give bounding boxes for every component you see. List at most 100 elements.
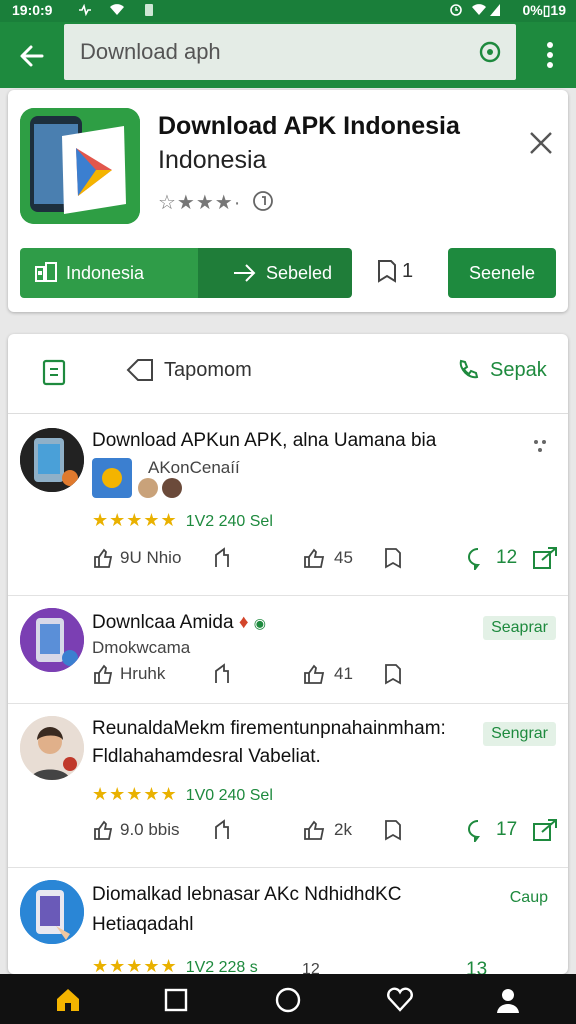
react-button[interactable]: 12 (302, 956, 320, 974)
verified-icon: ◉ (253, 615, 267, 631)
share-button[interactable] (210, 660, 232, 688)
comment-button[interactable]: 17 (466, 816, 517, 844)
thumb-up-icon (94, 664, 113, 684)
status-time: 19:0:9 (12, 2, 53, 18)
list-item[interactable]: Downlcaa Amida ♦ ◉ Seaprar Dmokwcama Hru… (8, 596, 568, 704)
bookmark-post-button[interactable] (382, 544, 404, 572)
post-title[interactable]: Diomalkad lebnasar AKc NdhidhdKC (92, 884, 401, 906)
search-status-icon[interactable] (478, 40, 502, 64)
bookmark-icon (385, 664, 401, 685)
post-title[interactable]: ReunaldaMekm firementunpnahainmham: (92, 718, 446, 740)
search-input[interactable] (80, 36, 460, 68)
sim-icon (145, 4, 153, 16)
like-label: 9.0 bbis (120, 820, 180, 839)
app-bar (0, 22, 576, 88)
share-button[interactable] (210, 816, 232, 844)
avatar (20, 428, 84, 492)
back-button[interactable] (14, 38, 50, 74)
share-icon (215, 547, 229, 567)
phone-avatar-icon (20, 880, 84, 944)
grid-bars-icon (35, 262, 57, 282)
bookmark-post-button[interactable] (382, 816, 404, 844)
post-title-text: Downlcaa Amida (92, 612, 234, 633)
comment-button[interactable]: 13 (466, 956, 487, 974)
home-icon[interactable] (54, 986, 82, 1014)
bookmark-button[interactable]: 1 (376, 258, 413, 284)
share-button[interactable] (210, 544, 232, 572)
post-title[interactable]: Downlcaa Amida ♦ ◉ (92, 612, 266, 634)
activity-icon (79, 4, 91, 16)
react-count: 45 (334, 548, 353, 567)
send-icon (533, 819, 557, 841)
post-meta: 1V2 228 s (185, 959, 258, 974)
thumb-up-icon (94, 820, 113, 840)
post-stars: ★★★★★ 1V0 240 Sel (92, 784, 273, 805)
react-count: 12 (302, 961, 320, 974)
install-right-label: Sebeled (266, 262, 333, 283)
post-title[interactable]: Download APKun APK, alna Uamana bia (92, 430, 436, 452)
bottom-nav (0, 974, 576, 1024)
share-icon (215, 663, 229, 683)
install-button-right[interactable]: Sebeled (198, 248, 352, 298)
like-button[interactable]: Hruhk (92, 660, 165, 688)
list-item[interactable]: Diomalkad lebnasar AKc NdhidhdKC Caup He… (8, 868, 568, 974)
app-card: Download APK Indonesia Indonesia ☆★★★· I… (8, 90, 568, 312)
post-subtitle: Dmokwcama (92, 638, 191, 657)
status-badge[interactable]: Sengrar (483, 722, 556, 746)
feed-card: Tapomom Sepak Download APKun APK, alna U… (8, 334, 568, 974)
react-button[interactable]: 45 (302, 544, 353, 572)
post-stars: ★★★★★ 1V2 228 s (92, 956, 258, 974)
comment-button[interactable]: 12 (466, 544, 517, 572)
post-actions: 9.0 bbis 2k 17 (92, 816, 562, 844)
tab-clipboard[interactable] (42, 358, 66, 386)
alarm-icon (450, 4, 462, 16)
app-subtitle: Indonesia (158, 146, 267, 174)
like-button[interactable]: 9.0 bbis (92, 816, 180, 844)
info-icon[interactable] (252, 190, 274, 212)
thumb-up-icon (94, 548, 113, 568)
more-menu-button[interactable] (538, 40, 562, 70)
comment-icon (468, 548, 480, 570)
status-badge[interactable]: Seaprar (483, 616, 556, 640)
post-stars-text: ★★★★★ (92, 784, 178, 804)
list-item[interactable]: Download APKun APK, alna Uamana bia AKon… (8, 414, 568, 596)
post-meta: 1V2 240 Sel (185, 513, 273, 530)
profile-icon[interactable] (494, 986, 522, 1014)
person-avatar-icon (20, 716, 84, 780)
bookmark-icon (385, 548, 401, 569)
react-button[interactable]: 41 (302, 660, 353, 688)
send-button[interactable] (532, 544, 558, 572)
status-battery: 0%▯19 (522, 2, 566, 18)
phone-avatar-icon (20, 428, 84, 492)
wifi-icon (110, 4, 124, 16)
tab-tapomom[interactable]: Tapomom (126, 358, 252, 382)
heart-icon[interactable] (386, 986, 414, 1014)
close-button[interactable] (528, 130, 554, 156)
tab-sepak[interactable]: Sepak (456, 358, 547, 382)
list-item[interactable]: ReunaldaMekm firementunpnahainmham: Seng… (8, 704, 568, 868)
app-logo[interactable] (20, 108, 140, 224)
install-button-left[interactable]: Indonesia (20, 248, 198, 298)
arrow-right-icon (234, 264, 256, 282)
post-actions: 9U Nhio 45 12 (92, 544, 562, 572)
app-rating-stars: ☆★★★· (158, 192, 242, 214)
thumb-icon (304, 664, 325, 684)
bookmark-post-button[interactable] (382, 660, 404, 688)
search-box[interactable] (64, 24, 516, 80)
like-button[interactable]: 9U Nhio (92, 544, 181, 572)
square-icon[interactable] (162, 986, 190, 1014)
secondary-button[interactable]: Seenele (448, 248, 556, 298)
send-icon (533, 547, 557, 569)
status-badge[interactable]: Caup (502, 886, 556, 910)
comment-count: 12 (496, 547, 518, 568)
thumb-icon (304, 548, 325, 568)
send-button[interactable] (532, 816, 558, 844)
signal-bars-icon (490, 4, 500, 16)
like-label: Hruhk (120, 664, 166, 683)
more-dots-icon[interactable] (532, 438, 548, 454)
phone-icon (459, 359, 479, 379)
close-icon (530, 132, 552, 154)
circle-icon[interactable] (274, 986, 302, 1014)
react-button[interactable]: 2k (302, 816, 352, 844)
post-stars-text: ★★★★★ (92, 956, 178, 974)
